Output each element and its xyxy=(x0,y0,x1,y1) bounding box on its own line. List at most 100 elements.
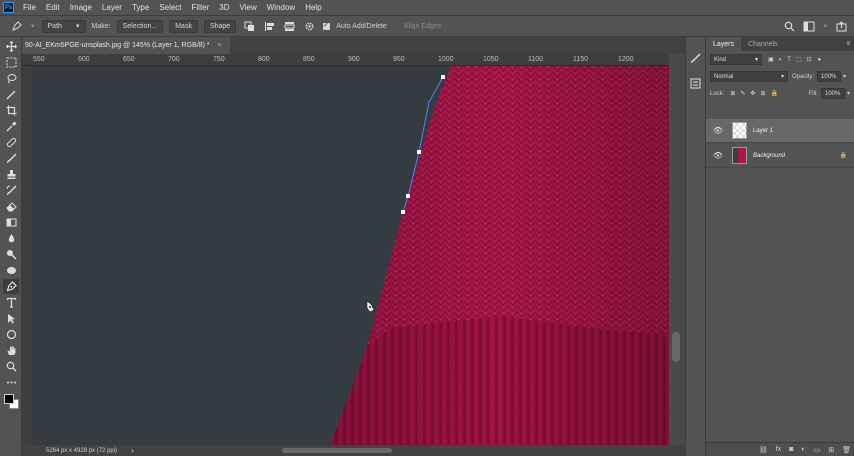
healing-brush-tool-icon[interactable] xyxy=(3,135,19,150)
blur-tool-icon[interactable] xyxy=(3,231,19,246)
pen-tool-preset-icon[interactable] xyxy=(10,19,24,33)
more-tools-icon[interactable] xyxy=(3,375,19,390)
menu-type[interactable]: Type xyxy=(127,3,154,12)
menu-help[interactable]: Help xyxy=(300,3,326,12)
mask-button[interactable]: Mask xyxy=(169,19,198,33)
history-brush-tool-icon[interactable] xyxy=(3,183,19,198)
panel-menu-icon[interactable]: ≡ xyxy=(846,41,850,47)
panel-dock-strip xyxy=(685,37,705,456)
menu-window[interactable]: Window xyxy=(262,3,300,12)
fill-value: 100% xyxy=(824,90,841,97)
menu-select[interactable]: Select xyxy=(154,3,186,12)
new-group-icon[interactable]: ▭ xyxy=(814,446,821,454)
menu-3d[interactable]: 3D xyxy=(214,3,234,12)
document-tab[interactable]: 90-AI_EKm5PGE-unsplash.jpg @ 145% (Layer… xyxy=(22,37,230,54)
workspace-icon[interactable] xyxy=(802,19,816,33)
shape-filter-icon[interactable]: ⬚ xyxy=(796,56,802,63)
add-mask-icon[interactable]: ◙ xyxy=(789,446,793,453)
filter-toggle-icon[interactable]: ● xyxy=(818,57,822,63)
pixel-filter-icon[interactable]: ▣ xyxy=(768,56,774,63)
document-canvas[interactable] xyxy=(31,66,669,445)
path-alignment-icon[interactable] xyxy=(262,19,276,33)
path-anchor-point xyxy=(406,194,410,198)
scrollbar-thumb[interactable] xyxy=(672,332,680,362)
gradient-tool-icon[interactable] xyxy=(3,215,19,230)
new-layer-icon[interactable]: ⊞ xyxy=(828,446,834,454)
chevron-right-icon[interactable]: › xyxy=(131,446,134,455)
eye-icon[interactable]: 👁 xyxy=(712,151,724,160)
path-arrangement-icon[interactable] xyxy=(282,19,296,33)
blend-mode-select[interactable]: Normal ▾ xyxy=(710,71,788,82)
hand-tool-icon[interactable] xyxy=(3,343,19,358)
move-tool-icon[interactable] xyxy=(3,39,19,54)
opacity-input[interactable]: 100% xyxy=(817,71,842,82)
chevron-down-icon[interactable]: ▾ xyxy=(847,90,850,97)
menu-edit[interactable]: Edit xyxy=(41,3,65,12)
lock-row: Lock: ⊠ ✎ ✥ ⊞ 🔒 Fill: 100% ▾ xyxy=(706,85,854,102)
layer-row-background[interactable]: 👁 Background 🔒 xyxy=(706,144,854,168)
menu-image[interactable]: Image xyxy=(65,3,97,12)
lasso-tool-icon[interactable] xyxy=(3,71,19,86)
lock-pixels-icon[interactable]: ✎ xyxy=(740,90,745,97)
lock-all-icon[interactable]: 🔒 xyxy=(770,90,777,97)
color-swatches[interactable] xyxy=(3,393,20,410)
delete-layer-icon[interactable]: 🗑 xyxy=(842,446,851,454)
ellipse-tool-icon[interactable] xyxy=(3,327,19,342)
photoshop-logo: Ps xyxy=(3,2,14,13)
properties-icon[interactable] xyxy=(690,78,701,91)
type-filter-icon[interactable]: T xyxy=(787,57,791,63)
layer-name[interactable]: Background xyxy=(753,153,785,159)
menu-layer[interactable]: Layer xyxy=(97,3,127,12)
auto-add-delete-checkbox[interactable] xyxy=(323,21,331,30)
marquee-tool-icon[interactable] xyxy=(3,55,19,70)
eye-icon[interactable]: 👁 xyxy=(712,126,724,135)
document-tab-bar: 90-AI_EKm5PGE-unsplash.jpg @ 145% (Layer… xyxy=(22,37,685,54)
selection-button[interactable]: Selection... xyxy=(116,19,164,33)
foreground-color-swatch[interactable] xyxy=(4,394,14,404)
close-icon[interactable]: × xyxy=(218,42,222,49)
brush-settings-icon[interactable] xyxy=(690,53,701,66)
menu-view[interactable]: View xyxy=(235,3,262,12)
layers-panel: Layers Channels ≡ Kind ▾ ▣ ◐ T ⬚ ⊡ ● Norm… xyxy=(705,37,854,456)
chevron-down-icon[interactable]: ▾ xyxy=(843,73,846,80)
mode-select[interactable]: Path ▾ xyxy=(41,19,86,33)
menu-file[interactable]: File xyxy=(18,3,41,12)
adjustment-filter-icon[interactable]: ◐ xyxy=(779,57,783,63)
gear-icon[interactable] xyxy=(302,19,316,33)
menu-filter[interactable]: Filter xyxy=(187,3,215,12)
kind-filter-select[interactable]: Kind ▾ xyxy=(710,54,762,65)
auto-add-delete-label: Auto Add/Delete xyxy=(336,22,387,30)
layer-style-icon[interactable]: fx xyxy=(776,446,781,453)
layer-name[interactable]: Layer 1 xyxy=(753,128,773,134)
path-selection-tool-icon[interactable] xyxy=(3,311,19,326)
clone-stamp-tool-icon[interactable] xyxy=(3,167,19,182)
chevron-down-icon[interactable]: ▾ xyxy=(823,22,827,30)
chevron-down-icon[interactable]: ▾ xyxy=(31,22,35,30)
eraser-tool-icon[interactable] xyxy=(3,199,19,214)
lock-position-icon[interactable]: ✥ xyxy=(750,90,755,97)
dodge-tool-icon[interactable] xyxy=(3,247,19,262)
eyedropper-tool-icon[interactable] xyxy=(3,119,19,134)
tab-channels[interactable]: Channels xyxy=(741,37,785,51)
share-icon[interactable] xyxy=(834,19,848,33)
pen-tool-icon[interactable] xyxy=(3,279,19,294)
zoom-tool-icon[interactable] xyxy=(3,359,19,374)
brush-tool-icon[interactable] xyxy=(3,151,19,166)
lock-artboard-icon[interactable]: ⊞ xyxy=(760,90,765,97)
crop-tool-icon[interactable] xyxy=(3,103,19,118)
lock-transparency-icon[interactable]: ⊠ xyxy=(730,90,735,97)
smart-object-filter-icon[interactable]: ⊡ xyxy=(807,56,812,63)
sponge-tool-icon[interactable] xyxy=(3,263,19,278)
fill-input[interactable]: 100% xyxy=(820,88,845,99)
horizontal-scrollbar-thumb[interactable] xyxy=(282,448,392,453)
link-layers-icon[interactable]: ⛓ xyxy=(759,446,768,454)
search-icon[interactable] xyxy=(782,19,796,33)
layer-row-layer-1[interactable]: 👁 Layer 1 xyxy=(706,119,854,143)
tab-layers[interactable]: Layers xyxy=(706,37,742,51)
adjustment-layer-icon[interactable]: ◐ xyxy=(801,446,805,453)
shape-button[interactable]: Shape xyxy=(203,19,237,33)
type-tool-icon[interactable] xyxy=(3,295,19,310)
magic-wand-tool-icon[interactable] xyxy=(3,87,19,102)
vertical-scrollbar[interactable] xyxy=(669,54,685,445)
path-operations-icon[interactable] xyxy=(242,19,256,33)
